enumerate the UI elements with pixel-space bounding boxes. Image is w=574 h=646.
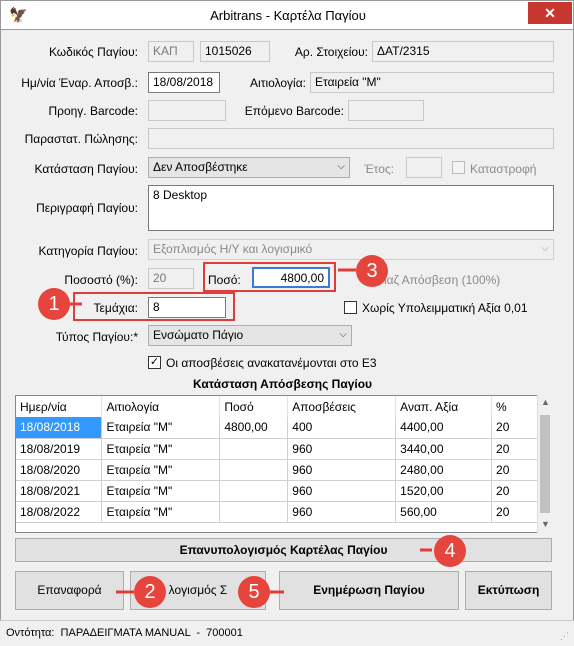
callout-2: 2 <box>134 576 166 608</box>
callout-3: 3 <box>356 255 388 287</box>
callout-1: 1 <box>38 288 70 320</box>
callout-arrows <box>68 268 432 594</box>
callout-5: 5 <box>238 576 270 608</box>
callout-4: 4 <box>434 535 466 567</box>
